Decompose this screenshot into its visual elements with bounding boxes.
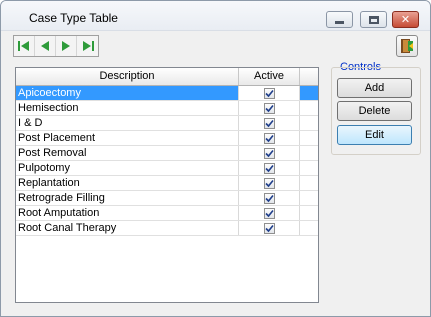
- case-type-grid[interactable]: Description Active Apicoectomy Hemisectio…: [15, 67, 319, 303]
- minimize-button[interactable]: [326, 11, 353, 28]
- previous-record-button[interactable]: [35, 36, 56, 56]
- row-filler: [300, 101, 318, 115]
- row-filler: [300, 176, 318, 190]
- row-description: Post Placement: [16, 131, 239, 145]
- active-checkbox[interactable]: [263, 207, 275, 219]
- active-checkbox[interactable]: [263, 222, 275, 234]
- last-record-button[interactable]: [77, 36, 98, 56]
- table-row[interactable]: Root Canal Therapy: [16, 221, 318, 236]
- column-header-active[interactable]: Active: [239, 68, 300, 85]
- row-filler: [300, 161, 318, 175]
- maximize-icon: [368, 15, 379, 24]
- checkmark-icon: [264, 89, 274, 97]
- row-description: Post Removal: [16, 146, 239, 160]
- close-icon: ✕: [400, 13, 411, 26]
- active-checkbox[interactable]: [263, 147, 275, 159]
- row-filler: [300, 221, 318, 235]
- row-active-cell: [239, 86, 300, 100]
- table-row[interactable]: Root Amputation: [16, 206, 318, 221]
- table-row[interactable]: Pulpotomy: [16, 161, 318, 176]
- checkmark-icon: [264, 104, 274, 112]
- table-row[interactable]: Replantation: [16, 176, 318, 191]
- checkmark-icon: [264, 224, 274, 232]
- checkmark-icon: [264, 134, 274, 142]
- checkmark-icon: [264, 194, 274, 202]
- title-bar[interactable]: Case Type Table ✕: [1, 1, 430, 31]
- edit-button[interactable]: Edit: [337, 125, 412, 145]
- table-row[interactable]: Hemisection: [16, 101, 318, 116]
- previous-record-icon: [41, 41, 49, 51]
- active-checkbox[interactable]: [263, 192, 275, 204]
- table-row[interactable]: Post Placement: [16, 131, 318, 146]
- row-filler: [300, 191, 318, 205]
- row-active-cell: [239, 206, 300, 220]
- row-filler: [300, 206, 318, 220]
- row-active-cell: [239, 161, 300, 175]
- active-checkbox[interactable]: [263, 162, 275, 174]
- maximize-button[interactable]: [360, 11, 387, 28]
- checkmark-icon: [264, 119, 274, 127]
- checkmark-icon: [264, 179, 274, 187]
- record-navigator: [13, 35, 99, 57]
- row-description: Replantation: [16, 176, 239, 190]
- last-record-icon: [82, 41, 94, 51]
- row-active-cell: [239, 221, 300, 235]
- row-active-cell: [239, 116, 300, 130]
- delete-button[interactable]: Delete: [337, 101, 412, 121]
- row-description: Pulpotomy: [16, 161, 239, 175]
- row-description: I & D: [16, 116, 239, 130]
- row-filler: [300, 86, 318, 100]
- table-row[interactable]: Retrograde Filling: [16, 191, 318, 206]
- table-row[interactable]: Post Removal: [16, 146, 318, 161]
- close-button[interactable]: ✕: [392, 11, 419, 28]
- row-description: Apicoectomy: [16, 86, 239, 100]
- window-title: Case Type Table: [29, 11, 118, 25]
- first-record-button[interactable]: [14, 36, 35, 56]
- active-checkbox[interactable]: [263, 132, 275, 144]
- exit-button[interactable]: [396, 35, 418, 57]
- grid-rows: Apicoectomy Hemisection I & D Post Placemen…: [16, 86, 318, 236]
- checkmark-icon: [264, 164, 274, 172]
- active-checkbox[interactable]: [263, 87, 275, 99]
- row-active-cell: [239, 146, 300, 160]
- next-record-button[interactable]: [56, 36, 77, 56]
- row-filler: [300, 116, 318, 130]
- active-checkbox[interactable]: [263, 117, 275, 129]
- first-record-icon: [18, 41, 29, 51]
- active-checkbox[interactable]: [263, 177, 275, 189]
- row-description: Hemisection: [16, 101, 239, 115]
- case-type-window: Case Type Table ✕ Description Active Api…: [0, 0, 431, 317]
- row-description: Retrograde Filling: [16, 191, 239, 205]
- row-filler: [300, 146, 318, 160]
- grid-header: Description Active: [16, 68, 318, 86]
- table-row[interactable]: I & D: [16, 116, 318, 131]
- row-filler: [300, 131, 318, 145]
- row-active-cell: [239, 131, 300, 145]
- minimize-icon: [335, 21, 344, 24]
- row-description: Root Canal Therapy: [16, 221, 239, 235]
- table-row[interactable]: Apicoectomy: [16, 86, 318, 101]
- row-active-cell: [239, 191, 300, 205]
- column-header-description[interactable]: Description: [16, 68, 239, 85]
- row-description: Root Amputation: [16, 206, 239, 220]
- exit-door-icon: [401, 39, 413, 53]
- row-active-cell: [239, 176, 300, 190]
- next-record-icon: [62, 41, 70, 51]
- add-button[interactable]: Add: [337, 78, 412, 98]
- active-checkbox[interactable]: [263, 102, 275, 114]
- row-active-cell: [239, 101, 300, 115]
- checkmark-icon: [264, 209, 274, 217]
- checkmark-icon: [264, 149, 274, 157]
